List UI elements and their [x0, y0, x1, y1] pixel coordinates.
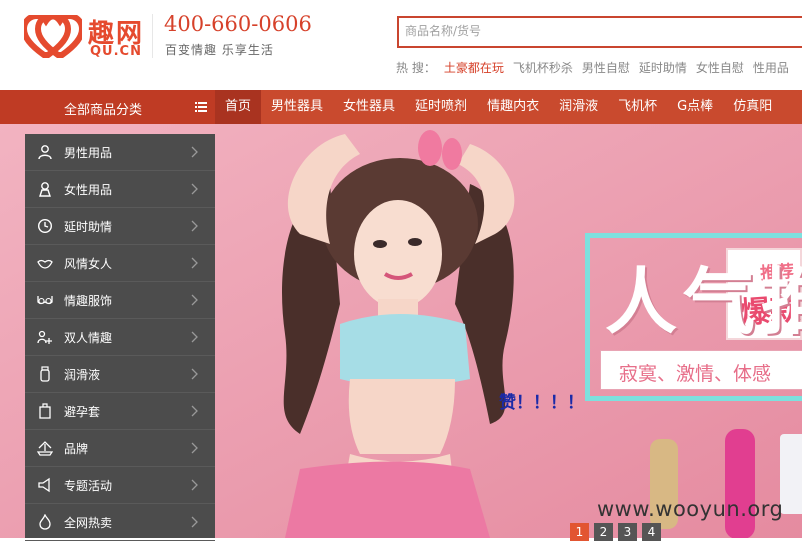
comment-overlay: 赞！！！！ [499, 393, 584, 413]
megaphone-icon [38, 477, 50, 493]
nav-links: 首页 男性器具 女性器具 延时喷剂 情趣内衣 润滑液 飞机杯 G点棒 仿真阳 [215, 90, 782, 124]
banner-tagline: 寂寞、激情、体感 [619, 363, 772, 385]
category-item[interactable]: 避孕套 [25, 393, 215, 430]
chevron-right-icon [191, 516, 198, 528]
male-icon [38, 145, 52, 160]
category-label: 品牌 [64, 442, 89, 456]
category-item[interactable]: 全网热卖 [25, 504, 215, 541]
category-label: 情趣服饰 [64, 294, 113, 308]
flame-icon [39, 514, 51, 530]
hot-keyword[interactable]: 延时助情 [639, 61, 687, 75]
nav-item-lubricant[interactable]: 润滑液 [549, 90, 608, 124]
nav-item-female-toys[interactable]: 女性器具 [333, 90, 405, 124]
chevron-right-icon [191, 479, 198, 491]
nav-item-g-spot[interactable]: G点棒 [667, 90, 723, 124]
chevron-right-icon [191, 183, 198, 195]
slide-dot[interactable]: 4 [642, 523, 661, 541]
nav-item-masturbator-cup[interactable]: 飞机杯 [608, 90, 667, 124]
chevron-right-icon [191, 257, 198, 269]
search-box [397, 16, 802, 48]
category-item[interactable]: 双人情趣 [25, 319, 215, 356]
category-label: 全网热卖 [64, 516, 113, 530]
female-icon [39, 182, 51, 197]
site-logo[interactable]: 趣网 QU.CN [24, 13, 154, 63]
slider-pager: 1 2 3 4 [570, 523, 666, 541]
site-header: 趣网 QU.CN 400-660-0606 百变情趣 乐享生活 热 搜： 土豪都在… [0, 0, 802, 90]
chevron-right-icon [191, 294, 198, 306]
slide-dot[interactable]: 3 [618, 523, 637, 541]
category-item[interactable]: 情趣服饰 [25, 282, 215, 319]
all-categories-button[interactable]: 全部商品分类 [0, 90, 215, 124]
chevron-right-icon [191, 220, 198, 232]
category-label: 避孕套 [64, 405, 101, 419]
category-item[interactable]: 风情女人 [25, 245, 215, 282]
category-item[interactable]: 专题活动 [25, 467, 215, 504]
hearts-logo-icon [24, 15, 82, 58]
banner-tagline-box: 寂寞、激情、体感 [600, 350, 802, 390]
watermark: www.wooyun.org [597, 497, 784, 521]
slide-dot[interactable]: 2 [594, 523, 613, 541]
hot-keyword[interactable]: 飞机杯秒杀 [513, 61, 573, 75]
hotline-phone: 400-660-0606 [164, 12, 312, 36]
category-item[interactable]: 女性用品 [25, 171, 215, 208]
hot-keyword[interactable]: 女性自慰 [696, 61, 744, 75]
lips-icon [37, 259, 53, 269]
category-label: 男性用品 [64, 146, 113, 160]
category-label: 延时助情 [64, 220, 113, 234]
nav-item-home[interactable]: 首页 [215, 90, 262, 124]
site-slogan: 百变情趣 乐享生活 [165, 43, 274, 57]
all-categories-label: 全部商品分类 [64, 103, 143, 118]
nav-item-lingerie[interactable]: 情趣内衣 [477, 90, 549, 124]
bra-icon [37, 296, 53, 305]
category-label: 双人情趣 [64, 331, 113, 345]
hot-search: 热 搜： 土豪都在玩 飞机杯秒杀 男性自慰 延时助情 女性自慰 性用品 [396, 59, 798, 76]
slide-dot[interactable]: 1 [570, 523, 589, 541]
clock-icon [37, 218, 53, 234]
nav-item-delay-spray[interactable]: 延时喷剂 [405, 90, 477, 124]
category-label: 风情女人 [64, 257, 113, 271]
brand-icon [37, 441, 53, 456]
chevron-right-icon [191, 442, 198, 454]
nav-item-realistic[interactable]: 仿真阳 [723, 90, 782, 124]
hot-search-label: 热 搜： [396, 61, 436, 75]
hot-keyword[interactable]: 土豪都在玩 [444, 61, 504, 75]
category-label: 专题活动 [64, 479, 113, 493]
list-icon [195, 102, 207, 112]
banner-headline: 人气推 [605, 260, 802, 344]
chevron-right-icon [191, 368, 198, 380]
logo-domain: QU.CN [90, 44, 142, 59]
category-item[interactable]: 延时助情 [25, 208, 215, 245]
couple-icon [37, 330, 52, 344]
category-sidebar: 男性用品 女性用品 延时助情 风情女人 情趣服饰 双人情趣 润滑液 避孕套 品牌 [25, 134, 215, 541]
search-input[interactable] [405, 24, 785, 38]
category-item[interactable]: 品牌 [25, 430, 215, 467]
nav-item-male-toys[interactable]: 男性器具 [261, 90, 333, 124]
category-item[interactable]: 男性用品 [25, 134, 215, 171]
hot-keyword[interactable]: 性用品 [753, 61, 789, 75]
box-icon [39, 403, 51, 419]
bottle-icon [40, 366, 50, 382]
chevron-right-icon [191, 146, 198, 158]
category-item[interactable]: 润滑液 [25, 356, 215, 393]
main-nav: 全部商品分类 首页 男性器具 女性器具 延时喷剂 情趣内衣 润滑液 飞机杯 G点… [0, 90, 802, 124]
chevron-right-icon [191, 331, 198, 343]
logo-divider [152, 14, 153, 58]
hot-keyword[interactable]: 男性自慰 [582, 61, 630, 75]
category-label: 女性用品 [64, 183, 113, 197]
category-label: 润滑液 [64, 368, 101, 382]
chevron-right-icon [191, 405, 198, 417]
